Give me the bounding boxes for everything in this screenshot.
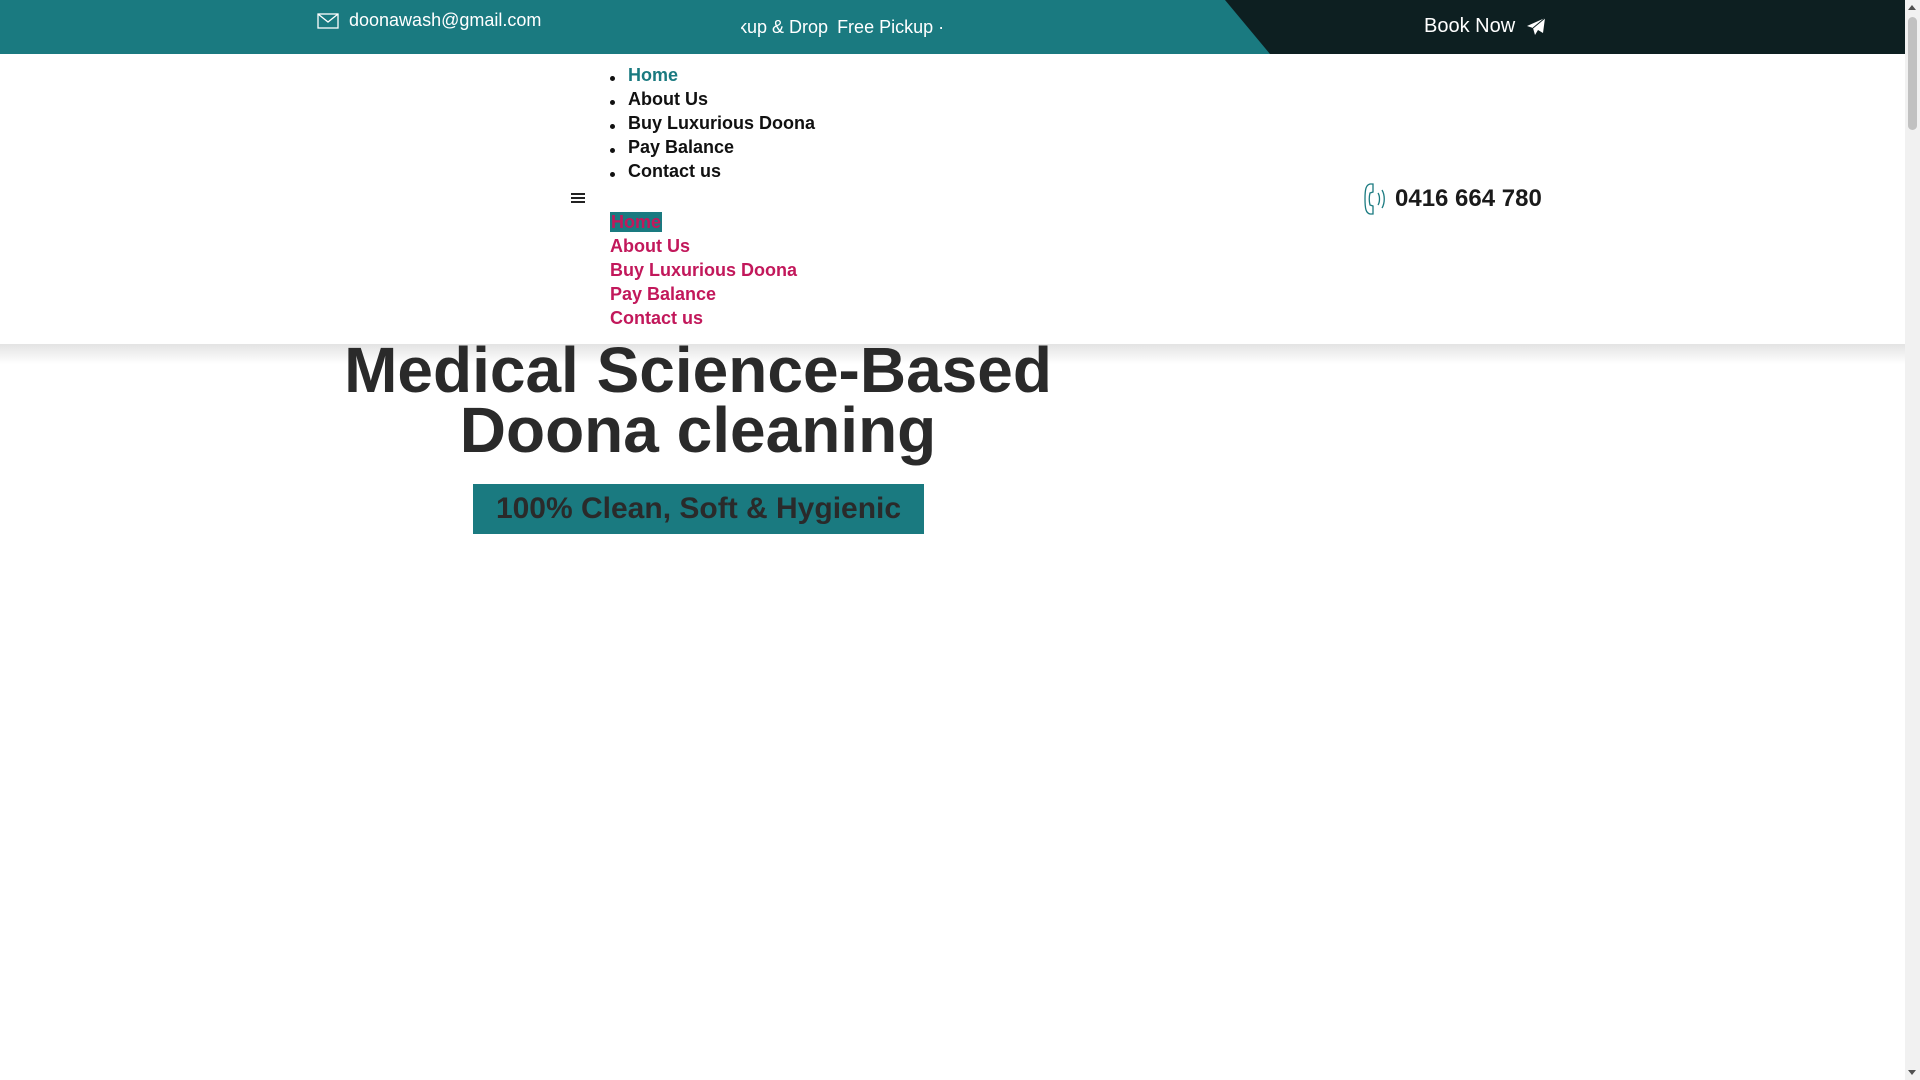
main-navigation: Home About Us Buy Luxurious Doona Pay Ba… — [609, 65, 815, 185]
top-bar-dark-panel — [1225, 0, 1905, 54]
hero-tagline-button[interactable]: 100% Clean, Soft & Hygienic — [473, 484, 924, 534]
book-now-button[interactable]: Book Now — [1424, 15, 1546, 38]
announcement-ticker: ckup & Drop Free Pickup · — [741, 0, 943, 54]
hero-title-line-2: Doona cleaning — [459, 394, 937, 466]
phone-link[interactable]: 0416 664 780 — [1363, 181, 1542, 217]
ticker-item: ckup & Drop — [741, 17, 829, 37]
scroll-down-arrow-icon[interactable] — [1908, 1070, 1916, 1075]
nav-item-home[interactable]: Home — [609, 65, 815, 89]
nav-item-buy-luxurious-doona[interactable]: Buy Luxurious Doona — [609, 113, 815, 137]
phone-number: 0416 664 780 — [1395, 185, 1542, 212]
mobile-nav-item-about-us[interactable]: About Us — [610, 236, 797, 260]
nav-item-contact-us[interactable]: Contact us — [609, 161, 815, 185]
email-link[interactable]: doonawash@gmail.com — [317, 10, 541, 31]
hero-tagline-label: 100% Clean, Soft & Hygienic — [495, 492, 902, 525]
mobile-nav-label: About Us — [610, 236, 690, 256]
nav-item-about-us[interactable]: About Us — [609, 89, 815, 113]
mobile-nav-item-home[interactable]: Home — [610, 212, 797, 236]
phone-icon — [1364, 183, 1385, 215]
mobile-nav-item-buy-luxurious-doona[interactable]: Buy Luxurious Doona — [610, 260, 797, 284]
hero-title: Medical Science-Based Doona cleaning — [298, 338, 1098, 462]
ticker-item: Free Pickup · — [837, 17, 943, 37]
mobile-nav-label: Pay Balance — [610, 284, 717, 304]
paper-plane-icon — [1527, 17, 1546, 35]
mobile-nav-label: Contact us — [610, 308, 704, 328]
mobile-nav-label: Home — [610, 212, 663, 232]
mobile-nav-item-contact-us[interactable]: Contact us — [610, 308, 797, 332]
email-text: doonawash@gmail.com — [349, 10, 542, 30]
nav-item-pay-balance[interactable]: Pay Balance — [609, 137, 815, 161]
book-now-label: Book Now — [1424, 15, 1516, 37]
site-header — [0, 54, 1905, 344]
top-bar: doonawash@gmail.com ckup & Drop Free Pic… — [0, 0, 1905, 54]
envelope-icon — [317, 12, 339, 29]
mobile-nav-label: Buy Luxurious Doona — [610, 260, 798, 280]
mobile-navigation: Home About Us Buy Luxurious Doona Pay Ba… — [610, 212, 797, 332]
scrollbar-thumb[interactable] — [1908, 17, 1917, 130]
hamburger-menu-icon[interactable] — [571, 193, 585, 204]
scroll-up-arrow-icon[interactable] — [1908, 5, 1916, 10]
vertical-scrollbar[interactable] — [1905, 0, 1920, 1080]
mobile-nav-item-pay-balance[interactable]: Pay Balance — [610, 284, 797, 308]
